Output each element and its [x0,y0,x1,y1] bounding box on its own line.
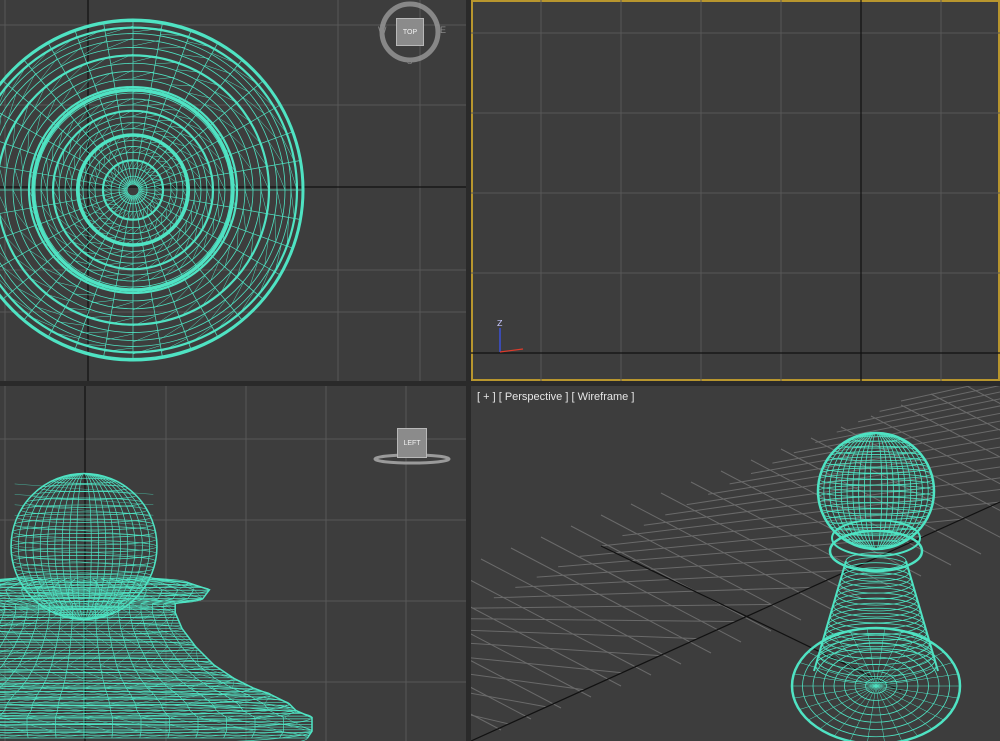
viewport-front[interactable]: Z [471,0,1000,381]
front-grid-axes [471,0,1000,381]
viewport-label[interactable]: [ + ] [ Perspective ] [ Wireframe ] [477,391,634,403]
viewcube-left-face[interactable]: LEFT [397,428,427,458]
perspective-grid [471,386,1000,741]
compass-w-label: W [378,25,387,35]
viewport-layout: TOP W E S Z LEFT [+] [Perspective] [… [0,0,1000,741]
viewport-top[interactable]: TOP W E S [0,0,466,381]
pawn-wireframe-left[interactable] [0,472,313,741]
viewcube-icon[interactable]: LEFT [372,426,452,466]
viewcube-icon[interactable]: TOP W E S [378,0,446,66]
compass-s-label: S [407,57,413,66]
pawn-wireframe-top[interactable] [0,18,305,362]
front-grid [471,0,1000,381]
axis-z-label: Z [497,319,503,328]
viewport-left[interactable]: LEFT [0,386,466,741]
perspective-view-canvas [471,386,1000,741]
viewcube-top-face[interactable]: TOP [396,18,424,46]
viewport-perspective[interactable]: [ + ] [ Perspective ] [ Wireframe ] [471,386,1000,741]
compass-e-label: E [440,25,447,35]
axis-tripod-icon: Z [497,319,524,353]
front-view-canvas: Z [471,0,1000,381]
pawn-wireframe-perspective[interactable] [790,431,962,741]
